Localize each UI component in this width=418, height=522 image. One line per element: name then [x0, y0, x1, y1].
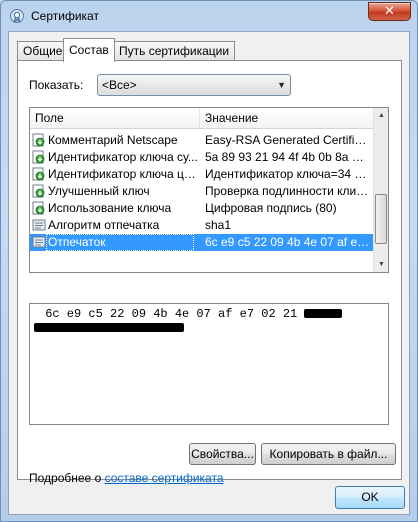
list-row[interactable]: Идентификатор ключа су... 5a 89 93 21 94 … — [30, 149, 374, 166]
redaction-mark — [34, 323, 184, 333]
close-button[interactable]: ✕ — [368, 2, 411, 21]
list-header: Поле Значение — [30, 108, 374, 129]
property-icon — [32, 219, 46, 231]
details-link[interactable]: составе сертификата — [105, 471, 224, 485]
extension-icon — [32, 150, 45, 164]
extension-icon — [32, 201, 45, 215]
properties-button[interactable]: Свойства... — [189, 443, 256, 465]
window-title: Сертификат — [31, 9, 99, 23]
details-tab-panel: Показать: <Все> ▼ Поле Значение Коммента… — [17, 60, 402, 485]
show-dropdown-value: <Все> — [102, 78, 137, 92]
list-rows: Комментарий Netscape Easy-RSA Generated C… — [30, 132, 374, 251]
redaction-mark — [304, 309, 343, 319]
list-row[interactable]: Идентификатор ключа це... Идентификатор к… — [30, 166, 374, 183]
row-value: Easy-RSA Generated Certificate — [205, 133, 370, 147]
show-dropdown[interactable]: <Все> ▼ — [97, 74, 291, 96]
scroll-down-icon[interactable]: ▼ — [374, 257, 388, 272]
tab-general[interactable]: Общие — [17, 41, 69, 61]
details-info: Подробнее о составе сертификата — [29, 471, 224, 485]
row-field: Отпечаток — [46, 234, 194, 251]
value-text-line: 6c e9 c5 22 09 4b 4e 07 af e7 02 21 — [38, 307, 305, 321]
tab-certification-path[interactable]: Путь сертификации — [113, 41, 236, 61]
list-scrollbar[interactable]: ▲ ▼ — [373, 108, 388, 272]
title-bar[interactable]: Сертификат ✕ — [1, 1, 417, 31]
row-value: sha1 — [205, 218, 232, 232]
dialog-client-area: Общие Состав Путь сертификации Показать:… — [8, 31, 410, 515]
copy-to-file-button[interactable]: Копировать в файл... — [261, 443, 396, 465]
extension-icon — [32, 133, 45, 147]
chevron-down-icon: ▼ — [277, 80, 286, 90]
show-label: Показать: — [29, 78, 84, 92]
row-field: Комментарий Netscape — [48, 133, 178, 147]
extension-icon — [32, 184, 45, 198]
ok-button[interactable]: OK — [335, 486, 405, 509]
row-value: 5a 89 93 21 94 4f 4b 0b 8a 64... — [205, 150, 370, 164]
column-header-value[interactable]: Значение — [200, 108, 374, 129]
list-row[interactable]: Использование ключа Цифровая подпись (80) — [30, 200, 374, 217]
tab-details[interactable]: Состав — [63, 38, 115, 62]
tab-strip: Общие Состав Путь сертификации — [17, 38, 407, 62]
extension-icon — [32, 167, 45, 181]
list-row[interactable]: Отпечаток 6c e9 c5 22 09 4b 4e 07 af e7 .… — [30, 234, 374, 251]
scroll-up-icon[interactable]: ▲ — [374, 108, 388, 123]
certificate-window: Сертификат ✕ Общие Состав Путь сертифика… — [0, 0, 418, 522]
column-header-field[interactable]: Поле — [30, 108, 200, 129]
certificate-icon — [10, 9, 24, 23]
row-value: Идентификатор ключа=34 b... — [205, 167, 370, 181]
list-row[interactable]: Улучшенный ключ Проверка подлинности клие… — [30, 183, 374, 200]
row-value: Проверка подлинности клие... — [205, 184, 370, 198]
property-icon — [32, 236, 46, 248]
row-field: Алгоритм отпечатка — [48, 218, 160, 232]
row-value: 6c e9 c5 22 09 4b 4e 07 af e7 ... — [205, 235, 370, 249]
list-row[interactable]: Комментарий Netscape Easy-RSA Generated C… — [30, 132, 374, 149]
row-field: Идентификатор ключа це... — [48, 167, 200, 181]
value-text-area[interactable]: 6c e9 c5 22 09 4b 4e 07 af e7 02 21 — [29, 303, 389, 425]
details-prefix: Подробнее о — [29, 471, 105, 485]
list-row[interactable]: Алгоритм отпечатка sha1 — [30, 217, 374, 234]
row-field: Улучшенный ключ — [48, 184, 150, 198]
fields-list[interactable]: Поле Значение Комментарий Netscape Easy-R… — [29, 107, 389, 273]
row-value: Цифровая подпись (80) — [205, 201, 337, 215]
row-field: Идентификатор ключа су... — [48, 150, 198, 164]
row-field: Использование ключа — [48, 201, 172, 215]
scroll-thumb[interactable] — [375, 194, 387, 244]
